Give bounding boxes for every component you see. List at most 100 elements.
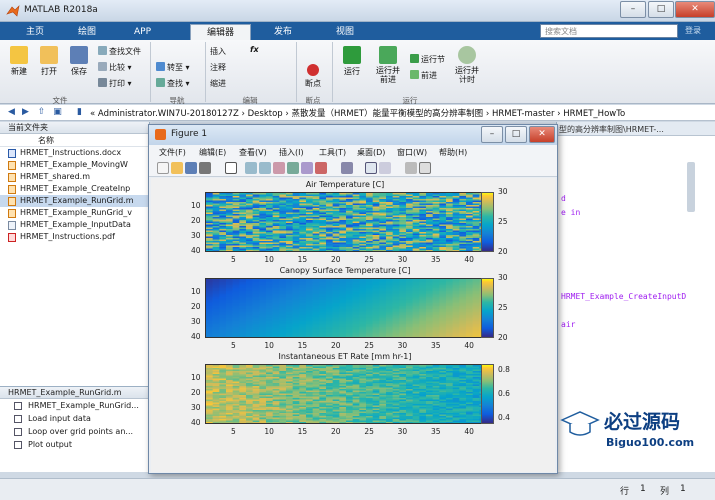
up-folder-icon[interactable]: ⇧ [36, 107, 47, 118]
new-figure-icon[interactable] [157, 162, 169, 174]
heatmap-cell [206, 338, 213, 339]
comment-button[interactable]: 注释 [210, 62, 226, 73]
detail-item[interactable]: Plot output [0, 438, 150, 451]
heatmap-cell [266, 336, 273, 337]
figure-maximize-button[interactable]: □ [505, 126, 527, 143]
name-column-header[interactable]: 名称 [0, 134, 149, 147]
back-icon[interactable]: ◀ [6, 107, 17, 118]
run-section-button[interactable]: 运行节 [410, 54, 445, 65]
print-button[interactable]: 打印 ▾ [98, 78, 132, 89]
save-figure-icon[interactable] [185, 162, 197, 174]
menu-tools[interactable]: 工具(T) [319, 147, 346, 158]
save-button[interactable]: 保存 [66, 46, 92, 77]
heatmap-cell [473, 338, 480, 339]
compare-label: 比较 [109, 63, 125, 72]
open-button[interactable]: 打开 [36, 46, 62, 77]
heatmap-cell [326, 250, 333, 251]
editor-scrollbar[interactable] [687, 162, 695, 212]
tab-view[interactable]: 视图 [320, 24, 370, 40]
colorbar-toggle-icon[interactable] [365, 162, 377, 174]
hide-tools-icon[interactable] [405, 162, 417, 174]
file-item[interactable]: HRMET_Example_RunGrid_v [0, 207, 149, 219]
find-button[interactable]: 查找 ▾ [156, 78, 190, 89]
minimize-button[interactable]: – [620, 1, 646, 18]
file-name: HRMET_Instructions.pdf [20, 232, 115, 241]
current-path[interactable]: « Administrator.WIN7U-20180127Z › Deskto… [90, 107, 625, 119]
run-advance-button[interactable]: 运行并 前进 [372, 46, 404, 84]
pan-icon[interactable] [273, 162, 285, 174]
dock-icon[interactable] [419, 162, 431, 174]
close-button[interactable]: ✕ [675, 1, 715, 18]
heatmap-cell [426, 336, 433, 337]
zoom-in-icon[interactable] [245, 162, 257, 174]
goto-icon [156, 62, 165, 71]
rotate-icon[interactable] [287, 162, 299, 174]
figure-minimize-button[interactable]: – [481, 126, 503, 143]
heatmap-cell [379, 336, 387, 337]
menu-help[interactable]: 帮助(H) [439, 147, 467, 158]
new-file-icon [10, 46, 28, 64]
heatmap-cell [359, 252, 366, 253]
detail-item[interactable]: HRMET_Example_RunGrid... [0, 399, 150, 412]
menu-window[interactable]: 窗口(W) [397, 147, 427, 158]
print-figure-icon[interactable] [199, 162, 211, 174]
detail-item[interactable]: Loop over grid points an... [0, 425, 150, 438]
goto-button[interactable]: 转至 ▾ [156, 62, 190, 73]
heatmap-cell [306, 336, 313, 337]
compare-button[interactable]: 比较 ▾ [98, 62, 132, 73]
menu-desktop[interactable]: 桌面(D) [357, 147, 385, 158]
heatmap-cell [246, 250, 253, 251]
heatmap-cell [253, 338, 260, 339]
tab-editor[interactable]: 编辑器 [190, 24, 252, 40]
indent-button[interactable]: 缩进 [210, 78, 226, 89]
stopwatch-icon [458, 46, 476, 64]
browse-folder-icon[interactable]: ▣ [52, 107, 63, 118]
run-button[interactable]: 运行 [338, 46, 366, 77]
menu-edit[interactable]: 编辑(E) [199, 147, 226, 158]
search-docs-input[interactable]: 搜索文档 [540, 24, 678, 38]
legend-toggle-icon[interactable] [379, 162, 391, 174]
login-button[interactable]: 登录 [678, 24, 708, 38]
colorbar-tick-label: 30 [498, 273, 508, 282]
file-item[interactable]: HRMET_Example_MovingW [0, 159, 149, 171]
brush-icon[interactable] [315, 162, 327, 174]
file-item[interactable]: HRMET_Instructions.pdf [0, 231, 149, 243]
detail-item[interactable]: Load input data [0, 412, 150, 425]
file-item[interactable]: HRMET_Example_InputData [0, 219, 149, 231]
heatmap-cell [239, 336, 247, 337]
figure-window[interactable]: Figure 1 – □ ✕ 文件(F) 编辑(E) 查看(V) 插入(I) 工… [148, 124, 558, 474]
goto-label: 转至 [167, 63, 183, 72]
run-advance-icon [379, 46, 397, 64]
menu-insert[interactable]: 插入(I) [279, 147, 304, 158]
open-file-icon[interactable] [171, 162, 183, 174]
tab-home[interactable]: 主页 [10, 24, 60, 40]
heatmap-cell [419, 338, 426, 339]
fx-button[interactable]: fx [250, 45, 259, 54]
link-plot-icon[interactable] [341, 162, 353, 174]
file-item[interactable]: HRMET_Example_CreateInp [0, 183, 149, 195]
find-files-button[interactable]: 查找文件 [98, 46, 141, 57]
run-play-icon [343, 46, 361, 64]
menu-file[interactable]: 文件(F) [159, 147, 186, 158]
figure-close-button[interactable]: ✕ [529, 126, 555, 143]
forward-icon[interactable]: ▶ [20, 107, 31, 118]
tab-publish[interactable]: 发布 [258, 24, 308, 40]
file-item-selected[interactable]: HRMET_Example_RunGrid.m [0, 195, 149, 207]
pointer-icon[interactable] [225, 162, 237, 174]
new-button[interactable]: 新建 [6, 46, 32, 77]
tab-plots[interactable]: 绘图 [62, 24, 112, 40]
breakpoints-button[interactable]: 断点 [300, 64, 326, 89]
maximize-button[interactable]: □ [648, 1, 674, 18]
run-time-button[interactable]: 运行并 计时 [450, 46, 484, 84]
heatmap-cell [432, 336, 440, 337]
menu-view[interactable]: 查看(V) [239, 147, 267, 158]
heatmap-cell [419, 336, 427, 337]
tab-apps[interactable]: APP [118, 24, 167, 40]
editor-path-fragment: 型的高分辨率制图\HRMET-... [559, 125, 664, 134]
zoom-out-icon[interactable] [259, 162, 271, 174]
insert-button[interactable]: 插入 [210, 46, 226, 57]
file-item[interactable]: HRMET_Instructions.docx [0, 147, 149, 159]
file-item[interactable]: HRMET_shared.m [0, 171, 149, 183]
data-cursor-icon[interactable] [301, 162, 313, 174]
advance-button[interactable]: 前进 [410, 70, 437, 81]
